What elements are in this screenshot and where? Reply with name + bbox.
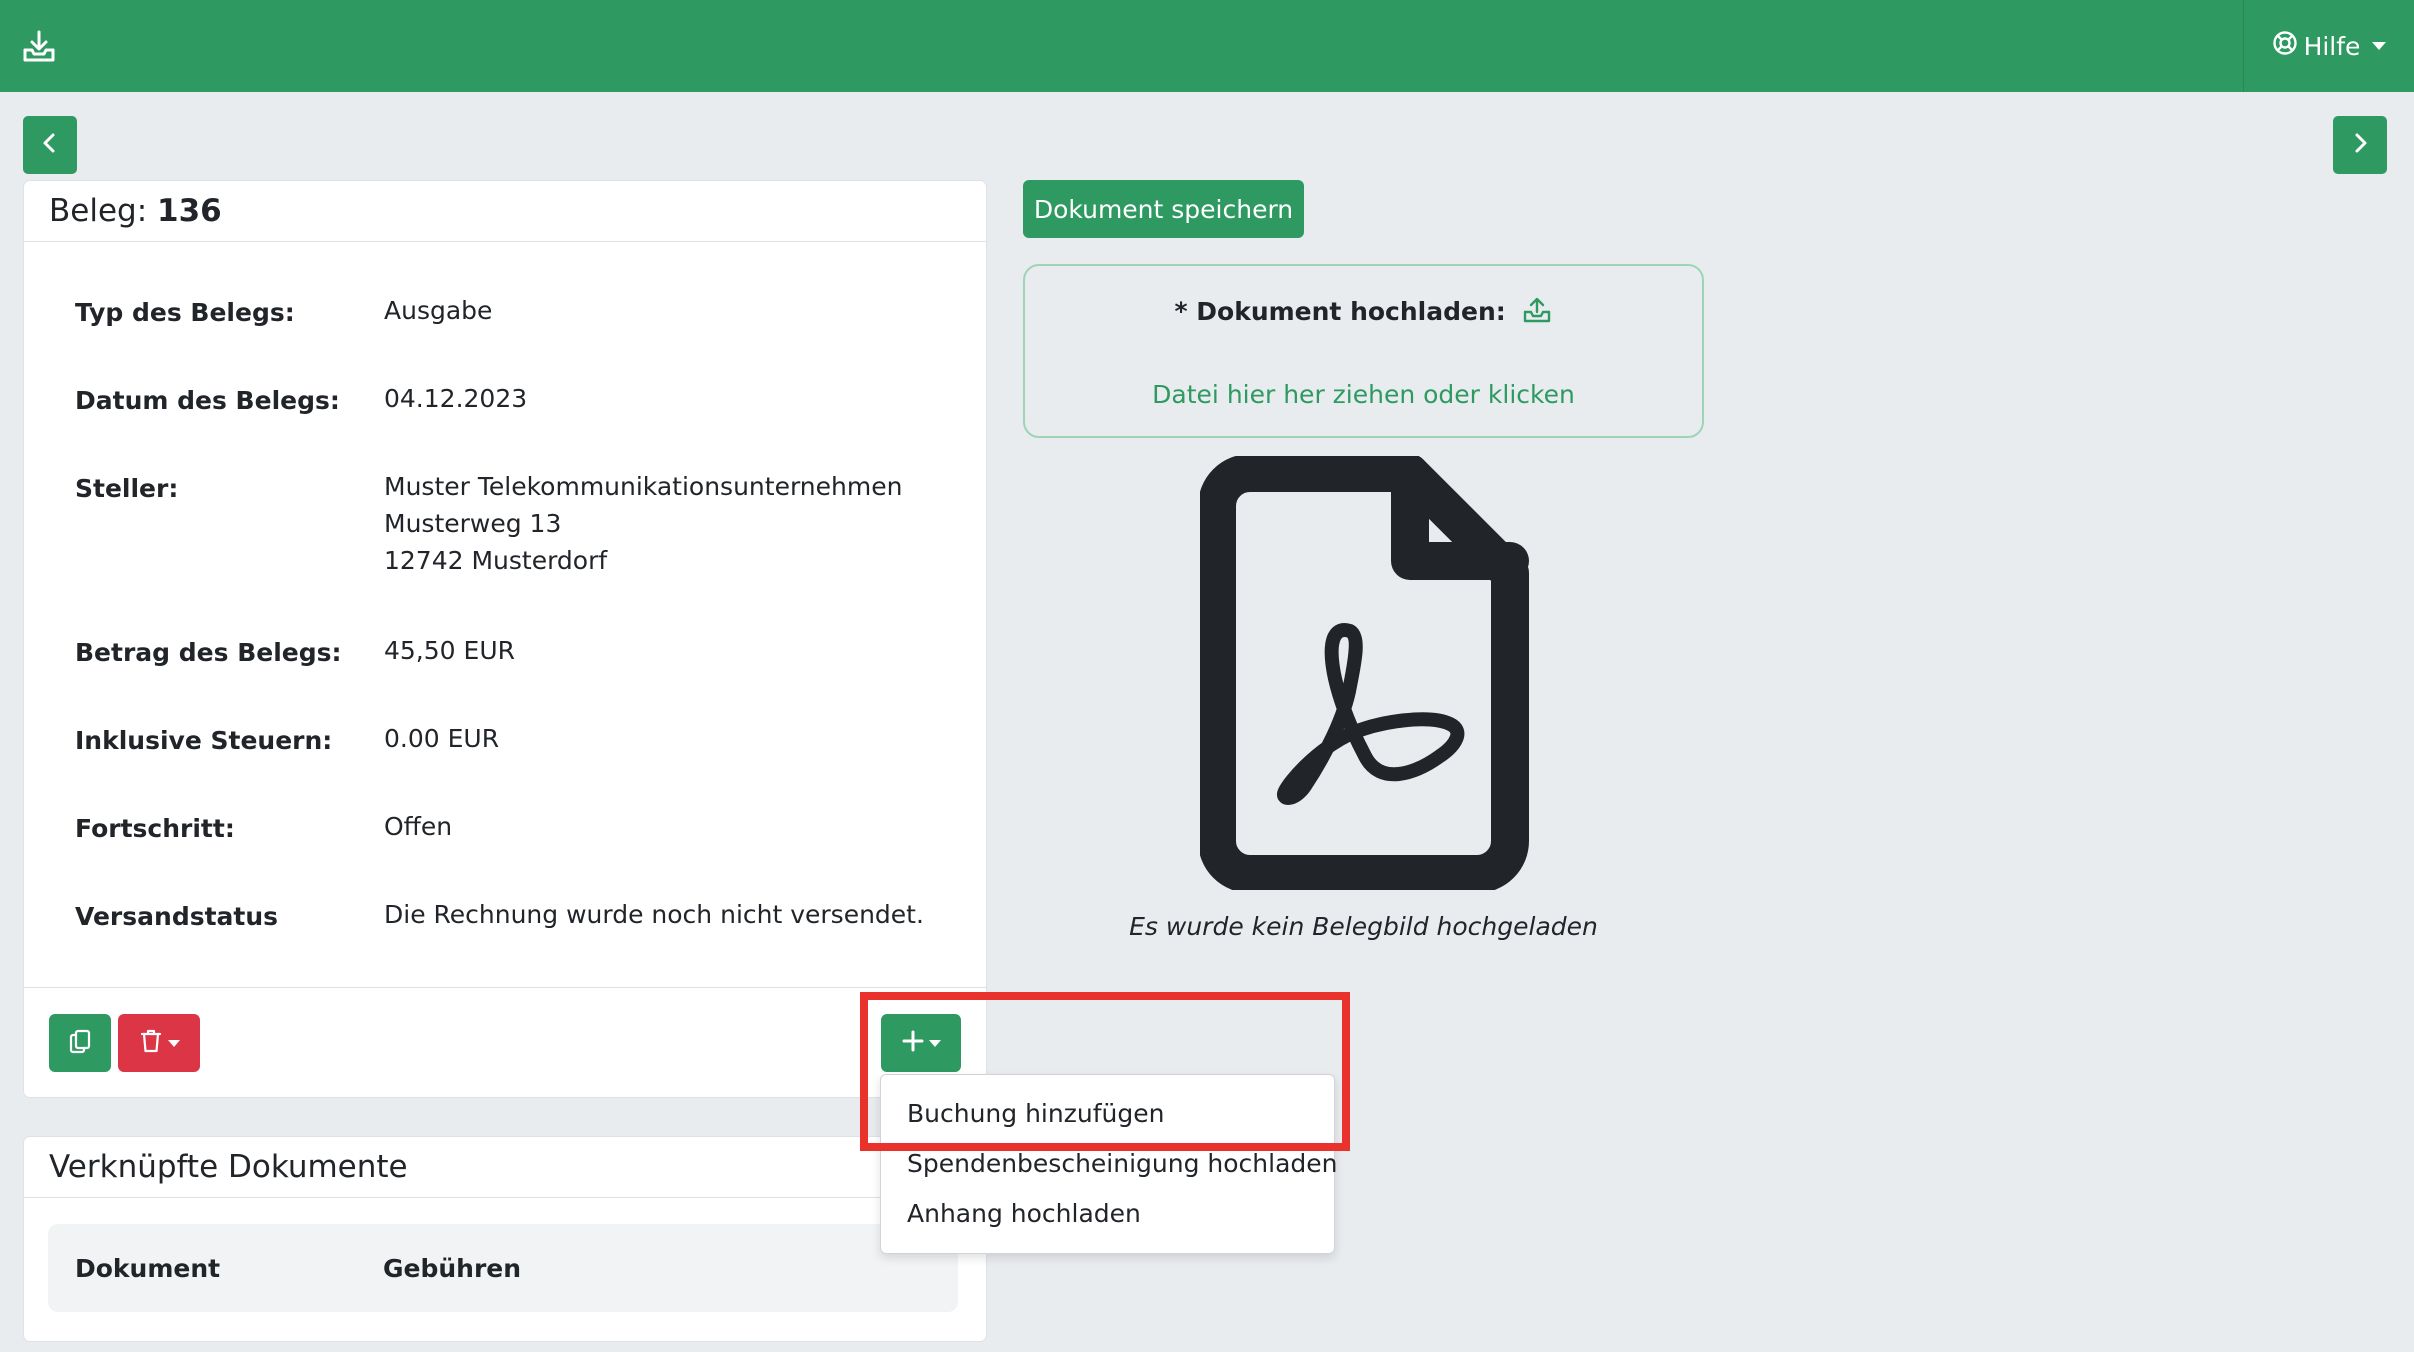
save-document-button[interactable]: Dokument speichern [1023,180,1304,238]
upload-dropzone[interactable]: * Dokument hochladen: Datei hier her zie… [1023,264,1704,438]
upload-title-text: * Dokument hochladen: [1174,297,1506,326]
field-value: Die Rechnung wurde noch nicht versendet. [384,900,924,929]
caret-down-icon [167,1039,180,1047]
caret-down-icon [2372,42,2387,50]
help-menu-toggle[interactable]: Hilfe [2243,0,2414,92]
linked-documents-table-header: Dokument Gebühren [48,1224,958,1312]
copy-icon [68,1028,92,1058]
field-label: Typ des Belegs: [75,298,295,327]
upload-cloud-icon [1522,296,1552,330]
field-value: Ausgabe [384,296,493,325]
field-label: Steller: [75,474,179,503]
field-value: 45,50 EUR [384,636,515,665]
previous-button[interactable] [23,116,77,174]
card-footer-divider [24,987,986,988]
field-value: 04.12.2023 [384,384,528,413]
address-line: Muster Telekommunikationsunternehmen [384,472,903,501]
field-label: Datum des Belegs: [75,386,340,415]
lifebuoy-icon [2272,30,2298,62]
top-navbar: Hilfe [0,0,2414,92]
field-label: Versandstatus [75,902,279,931]
menu-item-upload-donation-receipt[interactable]: Spendenbescheinigung hochladen [907,1149,1338,1178]
field-label: Betrag des Belegs: [75,638,342,667]
trash-icon [139,1027,163,1059]
file-pdf-icon [1198,454,1530,893]
column-header-document: Dokument [75,1254,221,1283]
beleg-title-prefix: Beleg: [49,193,158,229]
column-header-fees: Gebühren [383,1254,522,1283]
download-tray-icon[interactable] [20,28,58,66]
delete-dropdown-button[interactable] [118,1014,200,1072]
chevron-right-icon [2350,131,2370,159]
no-image-text: Es wurde kein Belegbild hochgeladen [1129,912,1598,941]
linked-documents-title: Verknüpfte Dokumente [24,1137,986,1198]
upload-title: * Dokument hochladen: [1025,296,1702,330]
field-label: Inklusive Steuern: [75,726,333,755]
field-label: Fortschritt: [75,814,235,843]
next-button[interactable] [2333,116,2387,174]
field-value: Offen [384,812,453,841]
menu-item-upload-attachment[interactable]: Anhang hochladen [907,1199,1141,1228]
field-value: 0.00 EUR [384,724,500,753]
issuer-address: Muster Telekommunikationsunternehmen Mus… [384,468,902,579]
beleg-card: Beleg: 136 Typ des Belegs: Ausgabe Datum… [23,180,987,1098]
copy-button[interactable] [49,1014,111,1072]
beleg-card-header: Beleg: 136 [24,181,986,242]
beleg-number: 136 [157,193,222,229]
address-line: 12742 Musterdorf [384,546,608,575]
upload-hint: Datei hier her ziehen oder klicken [1152,380,1575,409]
help-label: Hilfe [2303,31,2361,61]
address-line: Musterweg 13 [384,509,562,538]
highlight-box [860,992,1350,1151]
chevron-left-icon [40,131,60,159]
